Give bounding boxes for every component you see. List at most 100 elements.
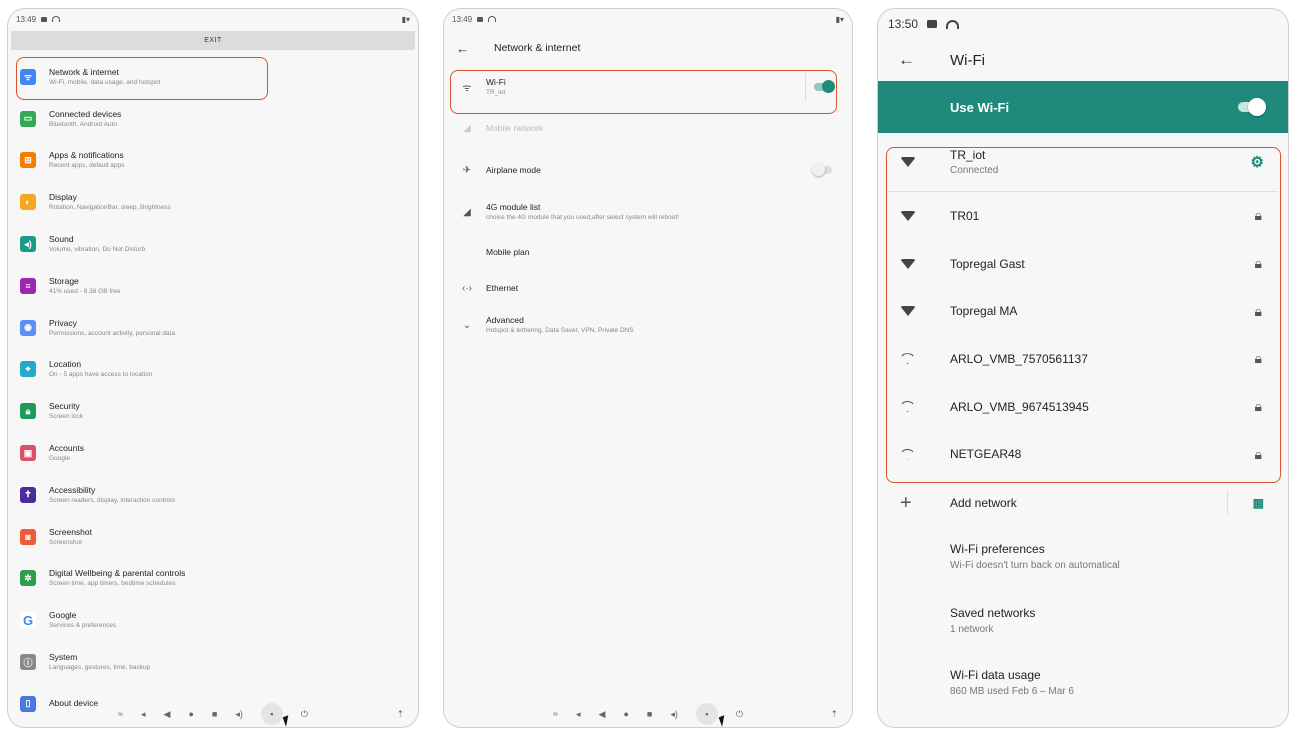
toggle-knob: [1248, 98, 1266, 116]
location-icon: ⌖: [20, 361, 36, 378]
exit-button[interactable]: EXIT: [11, 31, 415, 50]
settings-item-title: Accounts: [49, 443, 84, 454]
nav-bar: ≈ ◂ ◀ ● ■ ◂) ▪ ⏻ ⇡: [8, 701, 418, 727]
advanced-subtitle: Hotspot & tethering, Data Saver, VPN, Pr…: [486, 327, 634, 334]
settings-item-title: Location: [49, 359, 82, 370]
saved-networks-row[interactable]: Saved networks 1 network: [878, 592, 1288, 654]
cast-icon[interactable]: ▪: [695, 703, 718, 725]
airplane-toggle[interactable]: [812, 163, 832, 176]
status-time: 13:50: [888, 17, 919, 31]
display-icon: ◐: [20, 194, 36, 211]
back-arrow-icon[interactable]: ←: [898, 50, 950, 70]
settings-item-title: Storage: [49, 275, 79, 286]
wifi-data-usage-subtitle: 860 MB used Feb 6 – Mar 6: [950, 686, 1074, 698]
settings-item-storage[interactable]: ≡ Storage 41% used - 9.38 GB free: [8, 265, 418, 307]
power-icon[interactable]: ⏻: [301, 709, 308, 720]
settings-item-subtitle: Volume, vibration, Do Not Disturb: [49, 246, 146, 254]
advanced-title: Advanced: [486, 315, 524, 325]
battery-icon: ▮▾: [835, 14, 844, 24]
settings-item-title: Apps & notifications: [49, 150, 124, 161]
power-icon[interactable]: ⏻: [736, 709, 743, 720]
wifi-preferences-row[interactable]: Wi-Fi preferences Wi-Fi doesn't turn bac…: [878, 528, 1288, 592]
home-icon[interactable]: ●: [623, 709, 628, 719]
settings-item-title: Google: [49, 610, 77, 621]
home-icon[interactable]: ●: [188, 709, 193, 719]
plus-icon: +: [900, 491, 912, 514]
volume-down-icon[interactable]: ◂: [576, 709, 581, 720]
settings-item-system[interactable]: ⓘ System Languages, gestures, time, backup: [8, 641, 418, 683]
lock-icon: 🔒︎: [20, 403, 36, 420]
menu-icon[interactable]: ⇡: [830, 709, 838, 720]
settings-item-apps-notifications[interactable]: ⊞ Apps & notifications Recent apps, defaul…: [8, 140, 418, 182]
use-wifi-label: Use Wi-Fi: [950, 99, 1010, 115]
settings-item-subtitle: Permissions, account activity, personal …: [49, 329, 175, 337]
mobile-network-title: Mobile network: [486, 122, 544, 133]
use-wifi-toggle[interactable]: [1238, 98, 1266, 116]
google-icon: G: [20, 612, 36, 629]
settings-item-security[interactable]: 🔒︎ Security Screen lock: [8, 390, 418, 432]
status-bar: 13:49 ▮▾: [444, 9, 852, 29]
recents-icon[interactable]: ■: [212, 709, 217, 719]
settings-item-title: Screenshot: [49, 526, 92, 537]
devices-icon: ▭: [20, 110, 36, 127]
4g-module-subtitle: choice the 4G module that you used,after…: [486, 214, 679, 221]
wifi-data-usage-row[interactable]: Wi-Fi data usage 860 MB used Feb 6 – Mar…: [878, 654, 1288, 716]
settings-item-display[interactable]: ◐ Display Rotation, NavigationBar, sleep, …: [8, 181, 418, 223]
settings-item-title: Connected devices: [49, 108, 122, 119]
menu-icon[interactable]: ⇡: [396, 709, 404, 720]
add-network-row[interactable]: + Add network ▦: [878, 478, 1288, 528]
use-wifi-bar[interactable]: Use Wi-Fi: [878, 81, 1288, 133]
highlight-wifi: [450, 70, 837, 114]
back-icon[interactable]: ◀: [164, 709, 171, 720]
status-time: 13:49: [16, 14, 37, 24]
volume-down-icon[interactable]: ◂: [141, 709, 146, 720]
settings-item-privacy[interactable]: ◉ Privacy Permissions, account activity, p…: [8, 307, 418, 349]
wifi-status-icon: [488, 16, 497, 22]
settings-item-sound[interactable]: ◂) Sound Volume, vibration, Do Not Disturb: [8, 223, 418, 265]
app-bar: ← Wi-Fi: [878, 39, 1288, 81]
volume-up-icon[interactable]: ◂): [670, 709, 678, 720]
wellbeing-icon: ✲: [20, 570, 36, 587]
highlight-network-internet: [16, 57, 268, 100]
toggle-knob: [812, 163, 825, 176]
signal-icon: ◢: [463, 122, 471, 134]
settings-item-title: Privacy: [49, 317, 77, 328]
volume-up-icon[interactable]: ◂): [235, 709, 243, 720]
settings-item-screenshot[interactable]: ◙ Screenshot Screenshot: [8, 516, 418, 558]
wifi-screen: 13:50 ← Wi-Fi Use Wi-Fi TR_iot Connected ⚙…: [877, 8, 1289, 728]
settings-item-subtitle: Screen lock: [49, 413, 83, 421]
mobile-plan-row[interactable]: Mobile plan: [444, 233, 852, 271]
recents-icon[interactable]: ■: [647, 709, 652, 719]
ethernet-row[interactable]: ‹·› Ethernet: [444, 271, 852, 305]
sound-icon: ◂): [20, 236, 36, 253]
settings-item-accessibility[interactable]: ✝ Accessibility Screen readers, display, i…: [8, 474, 418, 516]
network-internet-screen: 13:49 ▮▾ ← Network & internet ᯤ Wi-Fi TR…: [443, 8, 853, 728]
wifi-status-icon: [946, 19, 960, 29]
back-arrow-icon[interactable]: ←: [456, 41, 494, 56]
settings-item-subtitle: On - 5 apps have access to location: [49, 371, 153, 379]
qr-code-icon[interactable]: ▦: [1253, 496, 1264, 510]
settings-item-title: Digital Wellbeing & parental controls: [49, 568, 186, 579]
airplane-mode-row[interactable]: ✈ Airplane mode: [444, 149, 852, 191]
settings-item-subtitle: Screen readers, display, interaction con…: [49, 496, 175, 504]
cast-icon[interactable]: ▪: [260, 703, 283, 725]
screenshot-icon[interactable]: ≈: [118, 709, 123, 719]
screenshot-icon[interactable]: ≈: [553, 709, 558, 719]
advanced-row[interactable]: ⌄ Advanced Hotspot & tethering, Data Sav…: [444, 305, 852, 345]
status-bar: 13:50: [878, 9, 1288, 39]
settings-item-location[interactable]: ⌖ Location On - 5 apps have access to loca…: [8, 349, 418, 391]
ethernet-title: Ethernet: [486, 282, 519, 293]
add-network-label: Add network: [950, 496, 1017, 511]
settings-item-google[interactable]: G Google Services & preferences: [8, 599, 418, 641]
wifi-preferences-subtitle: Wi-Fi doesn't turn back on automatical: [950, 560, 1120, 572]
back-icon[interactable]: ◀: [599, 709, 606, 720]
settings-item-digital-wellbeing-parental-controls[interactable]: ✲ Digital Wellbeing & parental controls Sc…: [8, 558, 418, 600]
settings-item-connected-devices[interactable]: ▭ Connected devices Bluetooth, Android Aut…: [8, 98, 418, 140]
accounts-icon: ▣: [20, 445, 36, 462]
app-bar: ← Network & internet: [444, 29, 852, 67]
settings-item-accounts[interactable]: ▣ Accounts Google: [8, 432, 418, 474]
notification-icon: [477, 16, 484, 22]
4g-module-list-row[interactable]: ◢ 4G module list choice the 4G module th…: [444, 191, 852, 233]
settings-item-title: Sound: [49, 234, 74, 245]
divider: [1227, 490, 1228, 515]
